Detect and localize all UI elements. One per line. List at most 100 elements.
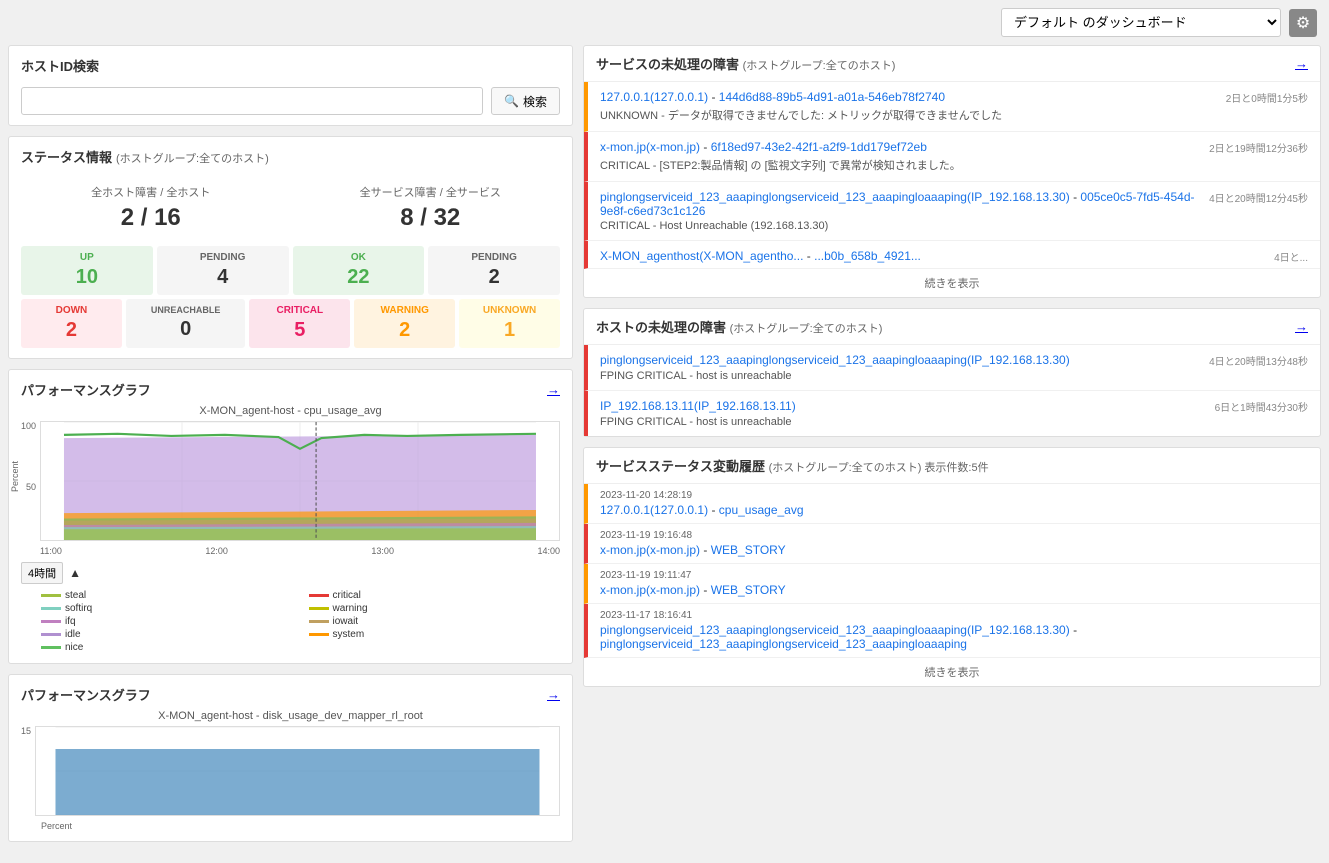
dashboard-select[interactable]: デフォルト のダッシュボード (1001, 8, 1281, 37)
history-host-3[interactable]: x-mon.jp(x-mon.jp) (600, 583, 700, 597)
history-host-2[interactable]: x-mon.jp(x-mon.jp) (600, 543, 700, 557)
perf-graph1-title: パフォーマンスグラフ (21, 380, 151, 399)
service-item-1: 127.0.0.1(127.0.0.1) - 144d6d88-89b5-4d9… (584, 82, 1320, 132)
perf-graph1-subtitle: X-MON_agent-host - cpu_usage_avg (21, 405, 560, 417)
status-info-subtitle: (ホストグループ:全てのホスト) (116, 150, 269, 166)
graph-legend: steal critical softirq warning (41, 590, 560, 653)
host-search-panel: ホストID検索 🔍 検索 (8, 45, 573, 126)
status-cell-ok[interactable]: OK 22 (293, 246, 425, 295)
right-panel: サービスの未処理の障害 (ホストグループ:全てのホスト) → 127.0.0.1… (583, 45, 1321, 842)
time-range-btn[interactable]: 4時間 (21, 562, 63, 584)
host-link-1[interactable]: pinglongserviceid_123_aaapinglongservice… (600, 353, 1070, 367)
service-link-1a[interactable]: 127.0.0.1(127.0.0.1) (600, 90, 708, 104)
status-cell-pending1[interactable]: PENDING 4 (157, 246, 289, 295)
service-link-1b[interactable]: 144d6d88-89b5-4d91-a01a-546eb78f2740 (719, 90, 945, 104)
legend-system: system (309, 629, 561, 640)
search-button[interactable]: 🔍 検索 (491, 87, 560, 115)
y2-axis-label: Percent (41, 821, 560, 831)
status-cell-down[interactable]: DOWN 2 (21, 299, 122, 348)
perf-graph2-title: パフォーマンスグラフ (21, 685, 151, 704)
history-item-1: 2023-11-20 14:28:19 127.0.0.1(127.0.0.1)… (584, 484, 1320, 524)
status-grid-row1: UP 10 PENDING 4 OK 22 PENDING 2 (21, 246, 560, 295)
legend-ifq: ifq (41, 616, 293, 627)
history-item-4: 2023-11-17 18:16:41 pinglongserviceid_12… (584, 604, 1320, 658)
status-cell-up[interactable]: UP 10 (21, 246, 153, 295)
host-desc-1: FPING CRITICAL - host is unreachable (600, 370, 1308, 382)
service-link-2a[interactable]: x-mon.jp(x-mon.jp) (600, 140, 700, 154)
service-issues-arrow[interactable]: → (1295, 56, 1308, 71)
service-separator-2: - (703, 140, 710, 154)
host-time-1: 4日と20時間13分48秒 (1209, 353, 1308, 368)
history-time-2: 2023-11-19 19:16:48 (600, 530, 1308, 541)
status-cell-pending2[interactable]: PENDING 2 (428, 246, 560, 295)
service-issues-show-more[interactable]: 続きを表示 (584, 269, 1320, 297)
y-axis-label: Percent (10, 461, 20, 492)
host-item-1: pinglongserviceid_123_aaapinglongservice… (584, 345, 1320, 391)
legend-warning: warning (309, 603, 561, 614)
perf-graph2-arrow[interactable]: → (547, 687, 560, 702)
search-icon: 🔍 (504, 94, 519, 108)
perf-graph1-panel: パフォーマンスグラフ → X-MON_agent-host - cpu_usag… (8, 369, 573, 664)
status-cell-warning[interactable]: WARNING 2 (354, 299, 455, 348)
service-failure-stat: 全サービス障害 / 全サービス 8 / 32 (301, 184, 561, 232)
host-time-2: 6日と1時間43分30秒 (1215, 399, 1308, 414)
host-issues-header: ホストの未処理の障害 (ホストグループ:全てのホスト) (596, 317, 882, 336)
service-link-2b[interactable]: 6f18ed97-43e2-42f1-a2f9-1dd179ef72eb (711, 140, 927, 154)
service-separator-1: - (711, 90, 718, 104)
time-range-label: 4時間 (28, 568, 56, 580)
gear-button[interactable]: ⚙ (1289, 9, 1317, 37)
service-item-3: pinglongserviceid_123_aaapinglongservice… (584, 182, 1320, 241)
service-history-title: サービスステータス変動履歴 (596, 459, 765, 474)
perf-graph1-arrow[interactable]: → (547, 382, 560, 397)
service-link-3a[interactable]: pinglongserviceid_123_aaapinglongservice… (600, 190, 1070, 204)
history-item-3: 2023-11-19 19:11:47 x-mon.jp(x-mon.jp) -… (584, 564, 1320, 604)
status-cell-critical[interactable]: CRITICAL 5 (249, 299, 350, 348)
service-desc-1: UNKNOWN - データが取得できませんでした: メトリックが取得できませんで… (600, 107, 1308, 123)
y-tick-50: 50 (26, 482, 36, 492)
collapse-icon[interactable]: ▲ (69, 566, 81, 580)
host-failure-label: 全ホスト障害 / 全ホスト (21, 184, 281, 200)
history-service-2[interactable]: WEB_STORY (711, 543, 786, 557)
service-link-4a[interactable]: X-MON_agenthost(X-MON_agentho... (600, 249, 803, 263)
host-issues-panel: ホストの未処理の障害 (ホストグループ:全てのホスト) → pinglongse… (583, 308, 1321, 437)
legend-softirq: softirq (41, 603, 293, 614)
service-link-4b[interactable]: ...b0b_658b_4921... (814, 249, 921, 263)
service-issues-subtitle: (ホストグループ:全てのホスト) (743, 60, 896, 72)
service-item-4: X-MON_agenthost(X-MON_agentho... - ...b0… (584, 241, 1320, 269)
service-issues-panel: サービスの未処理の障害 (ホストグループ:全てのホスト) → 127.0.0.1… (583, 45, 1321, 298)
disk-graph-svg (35, 726, 560, 816)
left-panel: ホストID検索 🔍 検索 ステータス情報 (ホストグループ:全てのホスト) (8, 45, 573, 842)
service-time-1: 2日と0時間1分5秒 (1226, 90, 1308, 105)
history-time-1: 2023-11-20 14:28:19 (600, 490, 1308, 501)
service-time-2: 2日と19時間12分36秒 (1209, 140, 1308, 155)
history-host-1[interactable]: 127.0.0.1(127.0.0.1) (600, 503, 708, 517)
y2-tick-15: 15 (21, 726, 31, 736)
history-host-4[interactable]: pinglongserviceid_123_aaapinglongservice… (600, 623, 1070, 637)
host-issues-arrow[interactable]: → (1295, 319, 1308, 334)
service-item-2: x-mon.jp(x-mon.jp) - 6f18ed97-43e2-42f1-… (584, 132, 1320, 182)
service-issues-title: サービスの未処理の障害 (596, 57, 739, 72)
legend-steal: steal (41, 590, 293, 601)
legend-nice: nice (41, 642, 293, 653)
search-input[interactable] (21, 87, 483, 115)
search-button-label: 検索 (523, 93, 547, 110)
host-link-2[interactable]: IP_192.168.13.11(IP_192.168.13.11) (600, 399, 796, 413)
history-service-1[interactable]: cpu_usage_avg (719, 503, 804, 517)
legend-idle: idle (41, 629, 293, 640)
legend-critical: critical (309, 590, 561, 601)
host-failure-stat: 全ホスト障害 / 全ホスト 2 / 16 (21, 184, 281, 232)
graph-time-labels: 11:00 12:00 13:00 14:00 (40, 546, 560, 556)
service-failure-value: 8 / 32 (301, 204, 561, 232)
history-service-4[interactable]: pinglongserviceid_123_aaapinglongservice… (600, 637, 967, 651)
service-history-show-more[interactable]: 続きを表示 (584, 658, 1320, 686)
history-service-3[interactable]: WEB_STORY (711, 583, 786, 597)
legend-iowait: iowait (309, 616, 561, 627)
history-time-3: 2023-11-19 19:11:47 (600, 570, 1308, 581)
service-history-header: サービスステータス変動履歴 (ホストグループ:全てのホスト) 表示件数:5件 (596, 456, 989, 475)
gear-icon: ⚙ (1296, 13, 1310, 33)
perf-graph2-subtitle: X-MON_agent-host - disk_usage_dev_mapper… (21, 710, 560, 722)
status-cell-unknown[interactable]: UNKNOWN 1 (459, 299, 560, 348)
host-item-2: IP_192.168.13.11(IP_192.168.13.11) 6日と1時… (584, 391, 1320, 436)
cpu-graph-svg (40, 421, 560, 541)
status-cell-unreachable[interactable]: UNREACHABLE 0 (126, 299, 245, 348)
